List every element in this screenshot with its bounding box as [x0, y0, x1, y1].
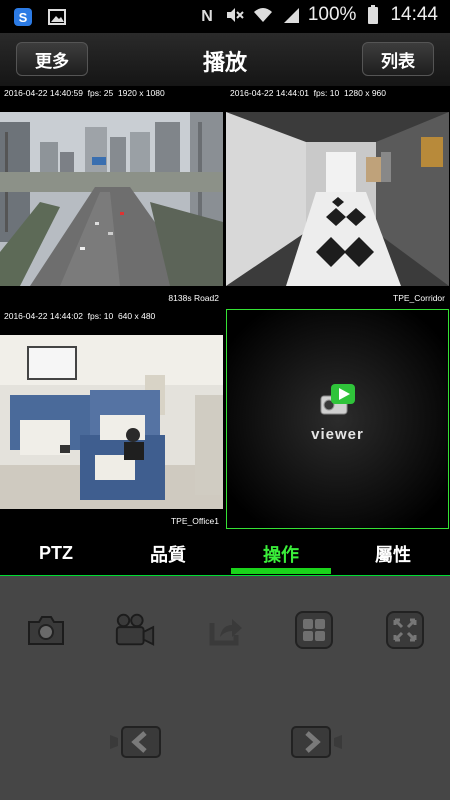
snapshot-icon[interactable]	[24, 608, 68, 652]
tab-bar: PTZ 品質 操作 屬性	[0, 532, 450, 576]
viewer-logo-icon	[317, 382, 361, 422]
active-tab-indicator	[231, 568, 331, 574]
camera-fps: fps: 10	[313, 88, 340, 98]
empty-camera-slot[interactable]: viewer	[226, 309, 449, 529]
camera-tile-office[interactable]: 2016-04-22 14:44:02 fps: 10 640 x 480 TP…	[0, 309, 223, 529]
nav-bar: 更多 播放 列表	[0, 33, 450, 87]
camera-fps: fps: 10	[87, 311, 114, 321]
camera-tile-road[interactable]: 2016-04-22 14:40:59 fps: 25 1920 x 1080	[0, 86, 223, 306]
camera-resolution: 1280 x 960	[343, 88, 387, 98]
record-icon[interactable]	[113, 608, 157, 652]
battery-percent: 100%	[307, 4, 357, 25]
video-grid: 2016-04-22 14:40:59 fps: 25 1920 x 1080	[0, 86, 450, 530]
gallery-icon	[46, 6, 68, 28]
camera-timestamp: 2016-04-22 14:40:59	[4, 88, 83, 98]
camera-resolution: 1920 x 1080	[117, 88, 165, 98]
camera-timestamp: 2016-04-22 14:44:02	[4, 311, 83, 321]
signal-icon	[280, 4, 302, 26]
previous-camera-icon[interactable]	[110, 720, 162, 764]
mute-icon	[224, 4, 246, 26]
camera-feed-image	[226, 112, 449, 286]
camera-meta: 2016-04-22 14:40:59 fps: 25 1920 x 1080	[4, 88, 165, 98]
camera-meta: 2016-04-22 14:44:01 fps: 10 1280 x 960	[230, 88, 386, 98]
camera-name: 8138s Road2	[168, 293, 219, 303]
camera-fps: fps: 25	[87, 88, 114, 98]
control-panel	[0, 576, 450, 800]
viewer-logo-text: viewer	[311, 426, 364, 443]
camera-feed-image	[0, 335, 223, 509]
camera-meta: 2016-04-22 14:44:02 fps: 10 640 x 480	[4, 311, 155, 321]
battery-icon	[362, 4, 384, 26]
next-camera-icon[interactable]	[290, 720, 342, 764]
list-button[interactable]: 列表	[362, 42, 434, 76]
sync-icon: S	[12, 6, 34, 28]
fullscreen-icon[interactable]	[383, 608, 427, 652]
camera-name: TPE_Corridor	[393, 293, 445, 303]
layout-icon[interactable]	[292, 608, 336, 652]
svg-text:N: N	[201, 8, 213, 24]
nfc-icon: N	[196, 4, 218, 26]
camera-timestamp: 2016-04-22 14:44:01	[230, 88, 309, 98]
clock: 14:44	[390, 4, 438, 25]
tab-quality[interactable]: 品質	[112, 532, 224, 575]
tab-ptz[interactable]: PTZ	[0, 532, 112, 575]
camera-name: TPE_Office1	[170, 516, 219, 526]
camera-feed-image	[0, 112, 223, 286]
svg-text:S: S	[19, 10, 28, 25]
camera-tile-corridor[interactable]: 2016-04-22 14:44:01 fps: 10 1280 x 960 T…	[226, 86, 449, 306]
camera-resolution: 640 x 480	[117, 311, 156, 321]
status-bar: S N 100% 14:44	[0, 0, 450, 33]
tab-properties[interactable]: 屬性	[337, 532, 449, 575]
share-icon[interactable]	[204, 608, 248, 652]
wifi-icon	[252, 4, 274, 26]
